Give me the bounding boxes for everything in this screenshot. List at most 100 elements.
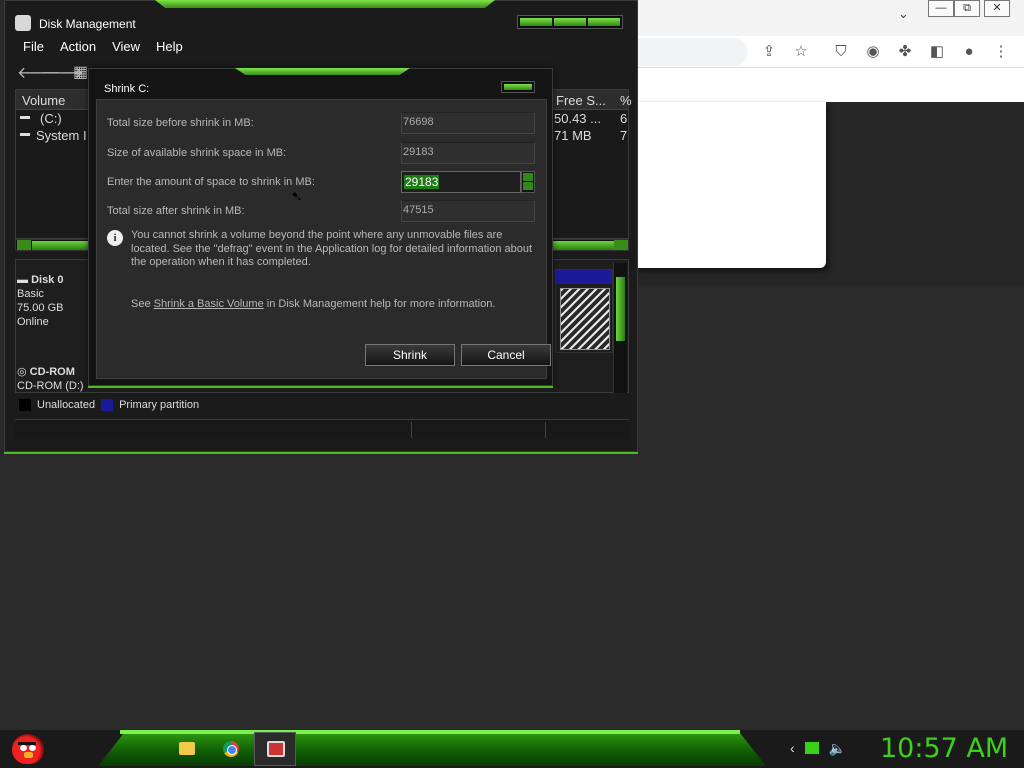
minimize-button[interactable]: — bbox=[928, 0, 954, 17]
taskbar-disk-management[interactable] bbox=[254, 732, 296, 766]
volume-pct: 6 bbox=[620, 111, 628, 126]
taskbar: ‹ 🔈 10:57 AM bbox=[0, 730, 1024, 768]
bird-eye bbox=[20, 745, 27, 751]
column-free-space[interactable]: Free S... bbox=[556, 93, 606, 108]
drive-icon: ▬ bbox=[20, 128, 30, 139]
total-after-label: Total size after shrink in MB: bbox=[107, 205, 245, 217]
share-icon[interactable]: ⇪ bbox=[758, 41, 780, 63]
menu-help[interactable]: Help bbox=[148, 37, 191, 57]
help-prefix: See bbox=[131, 298, 154, 310]
vertical-scroll-thumb[interactable] bbox=[616, 277, 625, 341]
help-link[interactable]: Shrink a Basic Volume bbox=[154, 298, 264, 310]
chevron-left-icon[interactable]: ‹ bbox=[790, 740, 795, 757]
help-text: See Shrink a Basic Volume in Disk Manage… bbox=[131, 298, 495, 310]
disk-icon: ▬ bbox=[17, 274, 32, 286]
partition-hatch bbox=[560, 288, 610, 350]
disk-type: Basic bbox=[17, 288, 44, 300]
legend-unallocated: Unallocated bbox=[37, 399, 96, 411]
unallocated-swatch bbox=[19, 399, 31, 411]
dialog-close-button[interactable] bbox=[501, 81, 535, 93]
drive-icon: ▬ bbox=[20, 111, 30, 122]
chrome-icon bbox=[223, 741, 239, 757]
page-header-area bbox=[636, 68, 1024, 102]
legend: Unallocated Primary partition bbox=[19, 397, 199, 413]
puzzle-icon[interactable]: ✤ bbox=[894, 41, 916, 63]
bird-beak bbox=[24, 752, 33, 758]
scroll-left-icon[interactable] bbox=[17, 240, 31, 250]
taskbar-chrome[interactable] bbox=[210, 732, 252, 766]
restore-button[interactable]: ⧉ bbox=[954, 0, 980, 17]
info-icon: i bbox=[107, 230, 123, 246]
primary-swatch bbox=[101, 399, 114, 411]
window-title: Disk Management bbox=[39, 17, 136, 31]
total-before-label: Total size before shrink in MB: bbox=[107, 117, 254, 129]
column-volume[interactable]: Volume bbox=[22, 93, 65, 108]
cancel-button[interactable]: Cancel bbox=[461, 344, 551, 366]
vertical-scrollbar[interactable] bbox=[613, 263, 627, 393]
spin-down-icon[interactable] bbox=[523, 182, 533, 190]
spin-up-icon[interactable] bbox=[523, 173, 533, 181]
volume-free: 50.43 ... bbox=[554, 111, 601, 126]
volume-name: System I bbox=[36, 128, 87, 143]
title-glow bbox=[155, 0, 495, 8]
menu-icon[interactable]: ⋮ bbox=[990, 41, 1012, 63]
status-bar bbox=[15, 419, 629, 439]
cdrom-name: CD-ROM bbox=[29, 366, 75, 378]
browser-window: ⌄ — ⧉ ✕ ⇪ ☆ ⛉ ◉ ✤ ◧ ● ⋮ bbox=[636, 0, 1024, 285]
start-button[interactable] bbox=[8, 730, 48, 768]
shrink-dialog: Shrink C: Total size before shrink in MB… bbox=[88, 68, 553, 386]
shrink-amount-label: Enter the amount of space to shrink in M… bbox=[107, 176, 315, 188]
network-icon[interactable] bbox=[804, 742, 819, 754]
shield-icon[interactable]: ⛉ bbox=[830, 41, 852, 63]
disk-status: Online bbox=[17, 316, 49, 328]
sidepanel-icon[interactable]: ◧ bbox=[926, 41, 948, 63]
star-icon[interactable]: ☆ bbox=[790, 41, 812, 63]
cdrom-icon: ◎ bbox=[17, 366, 30, 378]
browser-titlebar: ⌄ — ⧉ ✕ bbox=[636, 0, 1024, 36]
folder-icon bbox=[179, 742, 195, 755]
disk-size: 75.00 GB bbox=[17, 302, 64, 314]
bird-eye bbox=[29, 745, 36, 751]
browser-toolbar: ⇪ ☆ ⛉ ◉ ✤ ◧ ● ⋮ bbox=[636, 36, 1024, 68]
dialog-body: Total size before shrink in MB: 76698 Si… bbox=[96, 99, 551, 379]
column-percent[interactable]: % bbox=[620, 93, 632, 108]
window-controls[interactable] bbox=[517, 15, 623, 29]
speaker-icon[interactable]: 🔈 bbox=[829, 740, 846, 757]
shrink-amount-input[interactable]: 29183 bbox=[401, 171, 521, 193]
tab-search-chevron-icon[interactable]: ⌄ bbox=[898, 6, 909, 22]
shrink-amount-stepper[interactable] bbox=[521, 171, 535, 193]
taskbar-file-explorer[interactable] bbox=[166, 732, 208, 766]
menu-action[interactable]: Action bbox=[52, 37, 104, 57]
disk-management-icon bbox=[15, 15, 31, 31]
busy-cursor-icon: ➷ bbox=[291, 188, 303, 204]
cdrom-drive: CD-ROM (D:) bbox=[17, 380, 84, 392]
console-tree-icon[interactable]: ▦ bbox=[73, 62, 88, 82]
partition-header bbox=[556, 270, 612, 284]
flag-icon[interactable]: ◉ bbox=[862, 41, 884, 63]
shrink-amount-value: 29183 bbox=[404, 175, 440, 189]
help-suffix: in Disk Management help for more informa… bbox=[263, 298, 496, 310]
page-content-card bbox=[636, 102, 826, 268]
scroll-right-icon[interactable] bbox=[614, 240, 628, 250]
menu-file[interactable]: File bbox=[15, 37, 52, 57]
partition-block[interactable] bbox=[555, 269, 613, 353]
total-after-value: 47515 bbox=[401, 200, 535, 222]
bird-brow bbox=[18, 742, 36, 745]
angry-bird-icon bbox=[12, 734, 44, 764]
shrink-button[interactable]: Shrink bbox=[365, 344, 455, 366]
close-button[interactable]: ✕ bbox=[984, 0, 1010, 17]
dialog-title: Shrink C: bbox=[104, 83, 150, 95]
disk-name: Disk 0 bbox=[31, 274, 64, 286]
address-bar[interactable] bbox=[638, 38, 748, 66]
cdrom-label[interactable]: ◎ CD-ROM CD-ROM (D:) bbox=[17, 365, 84, 393]
legend-primary: Primary partition bbox=[119, 399, 200, 411]
menu-view[interactable]: View bbox=[104, 37, 148, 57]
available-space-label: Size of available shrink space in MB: bbox=[107, 147, 287, 159]
volume-name: (C:) bbox=[40, 111, 62, 126]
profile-icon[interactable]: ● bbox=[958, 41, 980, 63]
system-tray: ‹ 🔈 bbox=[790, 740, 846, 757]
volume-free: 71 MB bbox=[554, 128, 592, 143]
clock[interactable]: 10:57 AM bbox=[880, 733, 1008, 764]
info-message: You cannot shrink a volume beyond the po… bbox=[131, 229, 533, 268]
disk-0-label[interactable]: ▬ Disk 0 Basic 75.00 GB Online bbox=[17, 273, 63, 329]
